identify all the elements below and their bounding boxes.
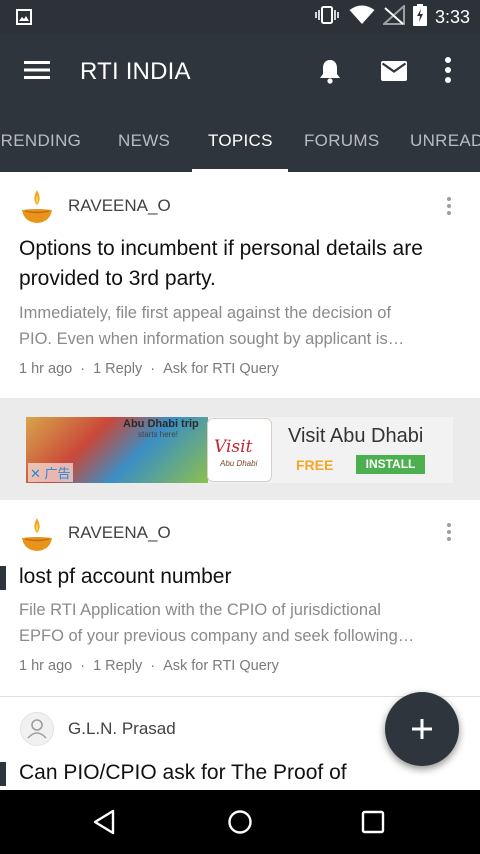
tab-topics[interactable]: TOPICS <box>208 131 273 151</box>
post-excerpt: Immediately, file first appeal against t… <box>19 300 459 352</box>
diya-avatar-icon <box>20 188 54 223</box>
post-title[interactable]: Can PIO/CPIO ask for The Proof of <box>19 758 459 788</box>
topic-card[interactable]: RAVEENA_O lost pf account number File RT… <box>0 500 480 696</box>
ad-banner[interactable]: Abu Dhabi trip starts here! ✕ 广告 Visit A… <box>26 417 453 483</box>
app-title: RTI INDIA <box>80 58 191 85</box>
post-author[interactable]: RAVEENA_O <box>68 196 171 216</box>
app-bar: RTI INDIA <box>0 34 480 108</box>
status-bar: 3:33 <box>0 0 480 34</box>
post-meta: 1 hr ago · 1 Reply · Ask for RTI Query <box>19 361 279 377</box>
post-forum[interactable]: Ask for RTI Query <box>163 361 279 377</box>
ad-logo: Visit Abu Dhabi <box>207 418 272 482</box>
wifi-icon <box>349 5 375 30</box>
tab-news[interactable]: NEWS <box>118 131 170 151</box>
post-excerpt-line: EPFO of your previous company and seek f… <box>19 627 415 645</box>
post-time: 1 hr ago <box>19 361 73 377</box>
ad-install-button[interactable]: INSTALL <box>356 455 425 474</box>
post-excerpt-line: PIO. Even when information sought by app… <box>19 330 405 348</box>
ad-close-label[interactable]: ✕ 广告 <box>28 463 73 482</box>
post-excerpt-line: Immediately, file first appeal against t… <box>19 304 392 322</box>
tab-bar: TRENDING NEWS TOPICS FORUMS UNREAD <box>0 108 480 172</box>
no-signal-icon <box>381 3 405 30</box>
tab-trending[interactable]: TRENDING <box>0 131 81 151</box>
diya-avatar-icon <box>20 516 54 551</box>
post-meta: 1 hr ago · 1 Reply · Ask for RTI Query <box>19 658 279 674</box>
post-author[interactable]: G.L.N. Prasad <box>68 719 176 739</box>
default-avatar-icon <box>20 712 54 746</box>
ad-image-text: Abu Dhabi trip <box>123 418 199 430</box>
battery-icon <box>412 3 427 31</box>
ad-image[interactable]: Abu Dhabi trip starts here! ✕ 广告 <box>26 417 208 483</box>
tab-unread[interactable]: UNREAD <box>410 131 480 151</box>
new-topic-fab[interactable] <box>385 692 459 766</box>
recent-apps-icon[interactable] <box>361 810 385 839</box>
post-title[interactable]: Options to incumbent if personal details… <box>19 234 459 294</box>
unread-indicator <box>0 566 6 590</box>
vibrate-icon <box>315 5 339 30</box>
ad-image-subtext: starts here! <box>138 430 179 439</box>
post-forum[interactable]: Ask for RTI Query <box>163 658 279 674</box>
separator-dot: · <box>150 361 156 377</box>
card-overflow-icon[interactable] <box>446 522 452 547</box>
post-title[interactable]: lost pf account number <box>19 562 459 592</box>
tab-forums[interactable]: FORUMS <box>304 131 379 151</box>
overflow-menu-icon[interactable] <box>444 56 452 89</box>
plus-icon <box>412 719 432 739</box>
messages-mail-icon[interactable] <box>381 61 407 86</box>
card-overflow-icon[interactable] <box>446 196 452 221</box>
ad-price: FREE <box>296 457 334 473</box>
menu-icon[interactable] <box>24 60 50 85</box>
post-excerpt-line: File RTI Application with the CPIO of ju… <box>19 601 381 619</box>
back-icon[interactable] <box>92 809 118 840</box>
unread-indicator <box>0 762 6 786</box>
separator-dot: · <box>80 361 86 377</box>
notifications-bell-icon[interactable] <box>318 58 342 89</box>
post-replies: 1 Reply <box>93 658 143 674</box>
ad-logo-subtext: Abu Dhabi <box>220 459 258 468</box>
post-time: 1 hr ago <box>19 658 73 674</box>
post-replies: 1 Reply <box>93 361 143 377</box>
topic-card[interactable]: RAVEENA_O Options to incumbent if person… <box>0 172 480 398</box>
status-time: 3:33 <box>434 6 470 27</box>
post-author[interactable]: RAVEENA_O <box>68 523 171 543</box>
image-notification-icon <box>16 9 32 30</box>
separator-dot: · <box>80 658 86 674</box>
ad-title[interactable]: Visit Abu Dhabi <box>288 425 423 448</box>
ad-banner-container: Abu Dhabi trip starts here! ✕ 广告 Visit A… <box>0 398 480 500</box>
system-nav-bar <box>0 790 480 854</box>
separator-dot: · <box>150 658 156 674</box>
home-icon[interactable] <box>227 809 253 840</box>
ad-logo-text: Visit <box>214 437 253 457</box>
post-excerpt: File RTI Application with the CPIO of ju… <box>19 597 459 649</box>
